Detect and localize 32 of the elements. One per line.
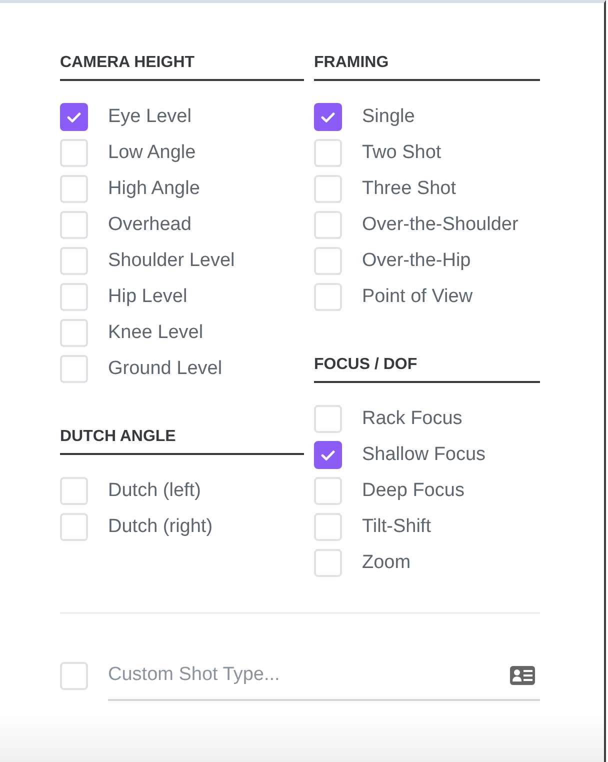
checkbox[interactable] [314,103,342,131]
checkbox-label: Overhead [108,213,192,237]
checkbox-label: Three Shot [362,177,456,201]
checkbox-label: High Angle [108,177,200,201]
section-heading: FOCUS / DOF [314,355,540,383]
checkbox-label: Over-the-Hip [362,249,471,273]
checkbox-label: Ground Level [108,357,222,381]
checkbox-label: Zoom [362,551,411,575]
section-heading: DUTCH ANGLE [60,427,304,455]
section-heading: FRAMING [314,53,540,81]
checkbox-label: Shoulder Level [108,249,235,273]
contact-card-icon [510,666,535,685]
checkbox[interactable] [60,103,88,131]
check-icon [67,112,81,122]
section-heading: CAMERA HEIGHT [60,53,304,81]
checkbox-label: Hip Level [108,285,188,309]
checkbox-label: Point of View [362,285,473,309]
checkbox-label: Eye Level [108,105,192,129]
checkbox-label: Single [362,105,415,129]
checkbox-label: Low Angle [108,141,196,165]
check-icon [321,112,335,122]
checkbox-label: Over-the-Shoulder [362,213,518,237]
check-icon [321,450,335,460]
checkbox-label: Rack Focus [362,407,462,431]
checkbox-label: Deep Focus [362,479,464,503]
checkbox[interactable] [314,441,342,469]
checkbox-label: Two Shot [362,141,442,165]
checkbox-label: Tilt-Shift [362,515,431,539]
checkbox-label: Dutch (right) [108,515,213,539]
checkbox-label: Knee Level [108,321,204,345]
checkbox-label: Dutch (left) [108,479,201,503]
checkbox-label: Shallow Focus [362,443,486,467]
